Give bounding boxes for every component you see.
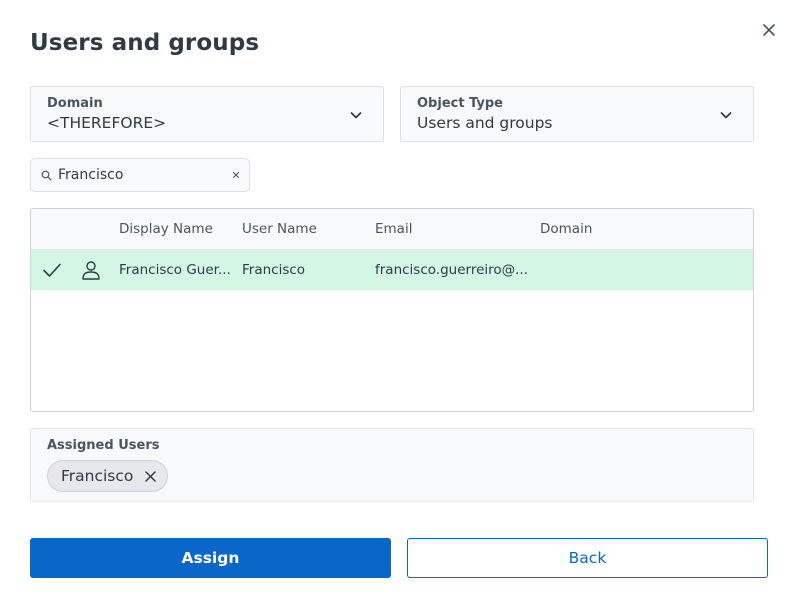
clear-search-icon[interactable]	[232, 171, 240, 179]
object-type-select-label: Object Type	[417, 96, 503, 111]
cell-user-name: Francisco	[242, 262, 306, 278]
domain-select[interactable]: Domain <THEREFORE>	[30, 86, 384, 142]
users-and-groups-dialog: Users and groups Domain <THEREFORE> Obje…	[0, 0, 794, 610]
column-header-user-name[interactable]: User Name	[242, 221, 317, 237]
table-row[interactable]: Francisco Guer... Francisco francisco.gu…	[31, 250, 753, 290]
domain-select-label: Domain	[47, 96, 103, 111]
back-button[interactable]: Back	[407, 538, 768, 578]
assigned-user-chip-label: Francisco	[61, 467, 134, 485]
object-type-select-value: Users and groups	[417, 114, 553, 132]
column-header-display-name[interactable]: Display Name	[119, 221, 213, 237]
object-type-select[interactable]: Object Type Users and groups	[400, 86, 754, 142]
remove-chip-button[interactable]	[143, 469, 157, 483]
assigned-users-panel: Assigned Users Francisco	[30, 428, 754, 502]
cell-display-name: Francisco Guer...	[119, 262, 231, 278]
table-header: Display Name User Name Email Domain	[31, 209, 753, 250]
column-header-domain[interactable]: Domain	[540, 221, 592, 237]
check-icon	[43, 263, 61, 277]
assign-button[interactable]: Assign	[30, 538, 391, 578]
chevron-down-icon	[350, 112, 362, 119]
close-button[interactable]	[759, 20, 779, 40]
assigned-user-chip: Francisco	[47, 460, 169, 492]
domain-select-value: <THEREFORE>	[47, 114, 167, 132]
cell-email: francisco.guerreiro@...	[375, 262, 529, 278]
close-icon	[145, 470, 156, 482]
search-box	[30, 158, 250, 192]
column-header-email[interactable]: Email	[375, 221, 412, 237]
close-icon	[763, 24, 775, 36]
results-table: Display Name User Name Email Domain Fran…	[30, 208, 754, 412]
person-icon	[82, 261, 100, 280]
dialog-title: Users and groups	[30, 30, 260, 56]
search-icon	[41, 170, 52, 181]
assigned-users-label: Assigned Users	[47, 438, 160, 453]
search-input[interactable]	[58, 165, 223, 185]
chevron-down-icon	[720, 112, 732, 119]
